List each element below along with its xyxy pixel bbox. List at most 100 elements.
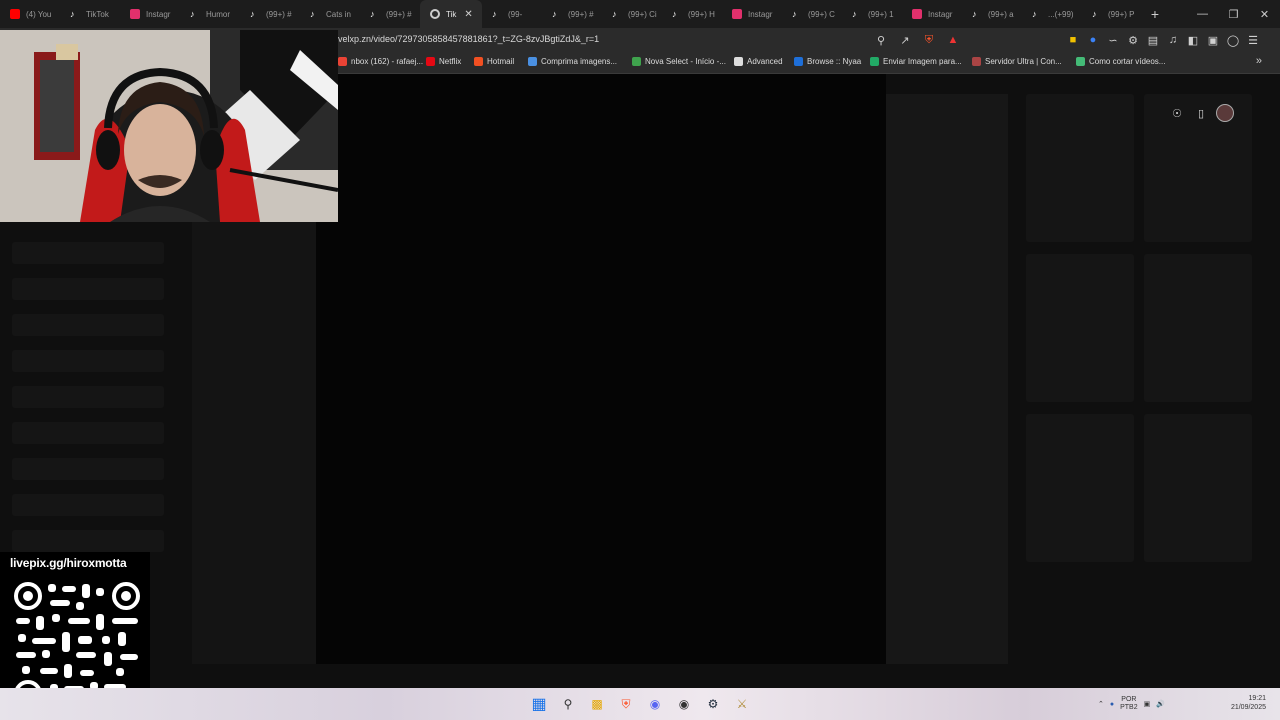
bookmark-favicon-icon (972, 57, 981, 66)
browser-tab[interactable]: ♪ (99+) C (782, 0, 842, 28)
avatar[interactable] (1216, 104, 1234, 122)
tiktok-icon: ♪ (552, 9, 557, 19)
menu-icon[interactable]: ☰ (1244, 31, 1262, 49)
browser-tab[interactable]: Instagr (722, 0, 782, 28)
video-card-placeholder[interactable] (1026, 414, 1134, 562)
sidebar-icon[interactable]: ◧ (1184, 31, 1202, 49)
tab-label: Humor (206, 9, 231, 19)
browser-tab[interactable]: ♪ (99+) Ci (602, 0, 662, 28)
browser-tab[interactable]: ♪ ...(+99) (1022, 0, 1082, 28)
extension-icon[interactable]: ∽ (1104, 31, 1122, 49)
search-icon[interactable]: ⚲ (557, 693, 579, 715)
tiktok-icon: ♪ (70, 9, 75, 19)
bookmark-item[interactable]: Como cortar vídeos... (1076, 57, 1165, 66)
bookmark-item[interactable]: nbox (162) - rafaej... (338, 57, 423, 66)
browser-tab[interactable]: ♪ (99- (482, 0, 542, 28)
bookmark-item[interactable]: Browse :: Nyaa (794, 57, 861, 66)
video-player[interactable] (316, 74, 886, 664)
bookmark-favicon-icon (632, 57, 641, 66)
tiktok-icon: ♪ (190, 9, 195, 19)
instagram-icon (130, 9, 140, 19)
browser-tab[interactable]: Instagr (120, 0, 180, 28)
instagram-icon (912, 9, 922, 19)
bookmark-item[interactable]: Netflix (426, 57, 461, 66)
bookmark-item[interactable]: Nova Select - Início -... (632, 57, 726, 66)
video-card-placeholder[interactable] (1144, 414, 1252, 562)
browser-tab[interactable]: ♪ Cats in (300, 0, 360, 28)
browser-tab[interactable]: ♪ (99+) H (662, 0, 722, 28)
tab-label: (99+) C (808, 9, 835, 19)
extension-icon[interactable]: ● (1084, 31, 1102, 49)
brave-shield-icon[interactable]: ⛨ (920, 31, 938, 49)
bookmark-label: Advanced (747, 57, 783, 66)
browser-tab[interactable]: ♪ (99+) 1 (842, 0, 902, 28)
bookmark-label: Comprima imagens... (541, 57, 618, 66)
media-icon[interactable]: ▤ (1144, 31, 1162, 49)
bookmark-item[interactable]: Advanced (734, 57, 783, 66)
bookmark-item[interactable]: Hotmail (474, 57, 514, 66)
bookmark-label: nbox (162) - rafaej... (351, 57, 424, 66)
address-bar[interactable]: velxp.zn/video/7297305858457881861?_t=ZG… (338, 34, 599, 44)
zoom-icon[interactable]: ⚲ (872, 31, 890, 49)
mobile-icon[interactable]: ▯ (1192, 104, 1210, 122)
brave-rewards-icon[interactable]: ▲ (944, 31, 962, 49)
bookmark-favicon-icon (528, 57, 537, 66)
bookmark-favicon-icon (338, 57, 347, 66)
compass-icon[interactable]: ☉ (1168, 104, 1186, 122)
windows-start-icon[interactable]: ▦ (528, 693, 550, 715)
volume-icon[interactable]: 🔊 (1156, 700, 1165, 708)
language-indicator[interactable]: POR PTB2 (1120, 696, 1138, 712)
browser-tab[interactable]: ♪ (99+) # (542, 0, 602, 28)
wallet-icon[interactable]: ▣ (1204, 31, 1222, 49)
skeleton-row (12, 494, 164, 516)
browser-tab[interactable]: Instagr (902, 0, 962, 28)
browser-tab[interactable]: ♪ (99+) # (360, 0, 420, 28)
chevron-up-icon[interactable]: ⌃ (1098, 700, 1104, 708)
obs-icon[interactable]: ◉ (673, 693, 695, 715)
steam-icon[interactable]: ⚙ (702, 693, 724, 715)
brave-browser-icon[interactable]: ⛨ (615, 693, 637, 715)
video-card-placeholder[interactable] (1144, 254, 1252, 402)
browser-tab[interactable]: ♪ Humor (180, 0, 240, 28)
tiktok-icon: ♪ (370, 9, 375, 19)
bookmark-item[interactable]: Servidor Ultra | Con... (972, 57, 1062, 66)
skeleton-row (12, 350, 164, 372)
video-card-placeholder[interactable] (1026, 94, 1134, 242)
tab-label: Instagr (146, 9, 171, 19)
tiktok-icon: ♪ (672, 9, 677, 19)
file-explorer-icon[interactable]: ▩ (586, 693, 608, 715)
browser-tab[interactable]: ♪ (99+) P (1082, 0, 1142, 28)
tiktok-icon: ♪ (612, 9, 617, 19)
browser-tab[interactable]: Tik ✕ (420, 0, 482, 28)
bookmark-item[interactable]: Comprima imagens... (528, 57, 617, 66)
extensions-puzzle-icon[interactable]: ⚙ (1124, 31, 1142, 49)
vpn-shield-icon[interactable]: ◯ (1224, 31, 1242, 49)
league-client-icon[interactable]: ⚔ (731, 693, 753, 715)
new-tab-button[interactable]: + (1142, 0, 1168, 28)
restore-icon[interactable]: ❐ (1218, 0, 1249, 28)
share-icon[interactable]: ↗ (896, 31, 914, 49)
browser-tab[interactable]: ♪ (99+) # (240, 0, 300, 28)
tab-label: (99+) # (266, 9, 292, 19)
bookmark-favicon-icon (474, 57, 483, 66)
close-window-icon[interactable]: ✕ (1249, 0, 1280, 28)
video-card-placeholder[interactable] (1026, 254, 1134, 402)
discord-icon[interactable]: ◉ (644, 693, 666, 715)
browser-tab[interactable]: ♪ TikTok (60, 0, 120, 28)
bookmark-label: Enviar Imagem para... (883, 57, 962, 66)
webcam-overlay (0, 30, 338, 222)
clock[interactable]: 19:21 21/09/2025 (1231, 694, 1266, 712)
chevron-right-icon[interactable]: » (1256, 55, 1262, 67)
tray-app-icon[interactable]: ● (1110, 701, 1114, 708)
loading-icon (430, 9, 440, 19)
close-tab-icon[interactable]: ✕ (464, 9, 472, 20)
network-icon[interactable]: ▣ (1144, 700, 1151, 708)
music-icon[interactable]: ♫ (1164, 31, 1182, 49)
bookmark-item[interactable]: Enviar Imagem para... (870, 57, 962, 66)
skeleton-row (12, 530, 164, 552)
browser-tab[interactable]: ♪ (99+) a (962, 0, 1022, 28)
browser-tab[interactable]: (4) You (0, 0, 60, 28)
extension-icon[interactable]: ■ (1064, 31, 1082, 49)
webcam-image (0, 30, 338, 222)
minimize-icon[interactable]: — (1187, 0, 1218, 28)
